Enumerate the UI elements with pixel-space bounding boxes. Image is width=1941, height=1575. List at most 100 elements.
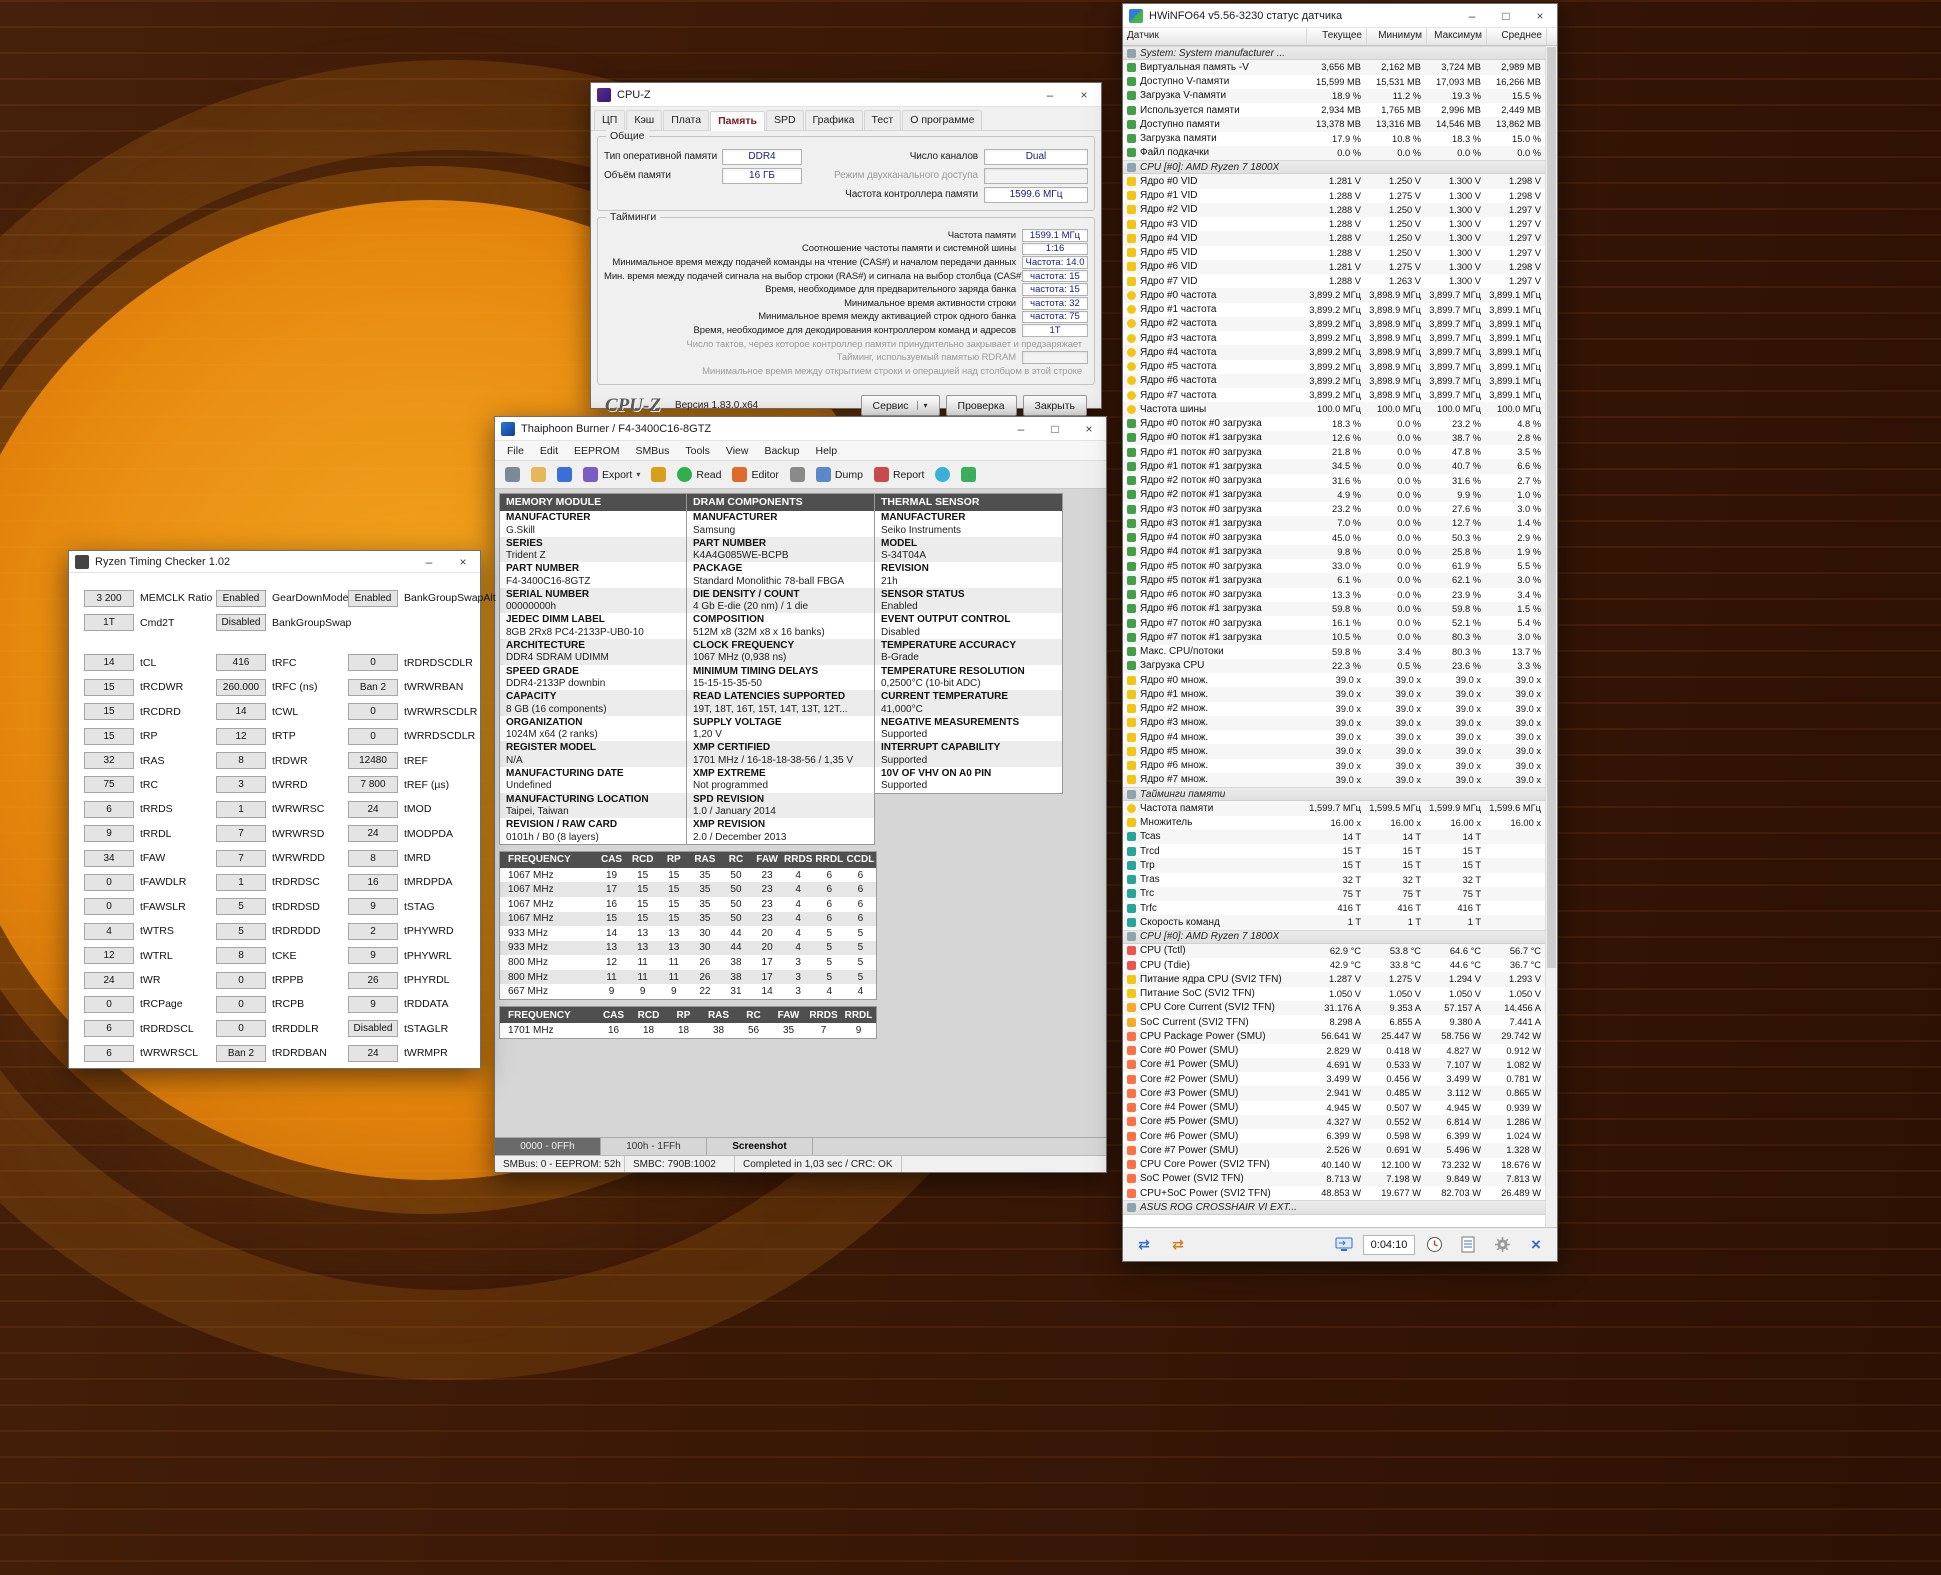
hwinfo-header-2[interactable]: Минимум: [1367, 28, 1427, 45]
hwinfo-titlebar[interactable]: HWiNFO64 v5.56-3230 статус датчика – □ ×: [1123, 4, 1557, 28]
cpuz-tab-1[interactable]: Кэш: [626, 110, 662, 130]
sensor-row[interactable]: Ядро #2 поток #1 загрузка4.9 %0.0 %9.9 %…: [1123, 488, 1545, 502]
menu-item-help[interactable]: Help: [808, 443, 846, 459]
toolbar-lock-button[interactable]: [647, 465, 670, 484]
sensor-row[interactable]: Частота шины100.0 МГц100.0 МГц100.0 МГц1…: [1123, 402, 1545, 416]
toolbar-wrench-button[interactable]: [786, 465, 809, 484]
sensor-row[interactable]: Ядро #4 VID1.288 V1.250 V1.300 V1.297 V: [1123, 231, 1545, 245]
menu-item-smbus[interactable]: SMBus: [628, 443, 678, 459]
sensor-group-row[interactable]: ASUS ROG CROSSHAIR VI EXT...: [1123, 1200, 1545, 1214]
hwinfo-header-1[interactable]: Текущее: [1307, 28, 1367, 45]
sensor-row[interactable]: Питание ядра CPU (SVI2 TFN)1.287 V1.275 …: [1123, 972, 1545, 986]
sensor-row[interactable]: Ядро #1 поток #0 загрузка21.8 %0.0 %47.8…: [1123, 445, 1545, 459]
logging-stop-button[interactable]: ⇄: [1163, 1232, 1193, 1258]
scrollbar-thumb[interactable]: [1547, 47, 1556, 968]
sensor-row[interactable]: Ядро #1 множ.39.0 x39.0 x39.0 x39.0 x: [1123, 687, 1545, 701]
cpuz-tab-6[interactable]: Тест: [864, 110, 902, 130]
cpuz-button-2[interactable]: Закрыть: [1023, 395, 1087, 416]
hwinfo-minimize-button[interactable]: –: [1455, 4, 1489, 27]
sensor-row[interactable]: Core #7 Power (SMU)2.526 W0.691 W5.496 W…: [1123, 1143, 1545, 1157]
sensor-row[interactable]: Ядро #0 поток #0 загрузка18.3 %0.0 %23.2…: [1123, 417, 1545, 431]
rtc-minimize-button[interactable]: –: [412, 550, 446, 573]
cpuz-titlebar[interactable]: CPU-Z – ×: [591, 83, 1101, 107]
sensor-row[interactable]: Ядро #2 частота3,899.2 МГц3,898.9 МГц3,8…: [1123, 317, 1545, 331]
sensor-row[interactable]: Ядро #2 VID1.288 V1.250 V1.300 V1.297 V: [1123, 203, 1545, 217]
thaiphoon-titlebar[interactable]: Thaiphoon Burner / F4-3400C16-8GTZ – □ ×: [495, 417, 1106, 441]
sensor-row[interactable]: Core #4 Power (SMU)4.945 W0.507 W4.945 W…: [1123, 1101, 1545, 1115]
hwinfo-header-0[interactable]: Датчик: [1123, 28, 1307, 45]
sensor-row[interactable]: Частота памяти1,599.7 МГц1,599.5 МГц1,59…: [1123, 801, 1545, 815]
cpuz-minimize-button[interactable]: –: [1033, 83, 1067, 106]
sensor-row[interactable]: Ядро #0 VID1.281 V1.250 V1.300 V1.298 V: [1123, 174, 1545, 188]
sensor-row[interactable]: Trp15 T15 T15 T: [1123, 858, 1545, 872]
sensor-group-row[interactable]: CPU [#0]: AMD Ryzen 7 1800X: [1123, 160, 1545, 174]
menu-item-view[interactable]: View: [718, 443, 757, 459]
sensor-row[interactable]: Ядро #3 VID1.288 V1.250 V1.300 V1.297 V: [1123, 217, 1545, 231]
rtc-close-button[interactable]: ×: [446, 550, 480, 573]
sensor-row[interactable]: Tcas14 T14 T14 T: [1123, 830, 1545, 844]
cpuz-tab-5[interactable]: Графика: [805, 110, 863, 130]
sensor-row[interactable]: Ядро #7 частота3,899.2 МГц3,898.9 МГц3,8…: [1123, 388, 1545, 402]
sensor-row[interactable]: Ядро #5 частота3,899.2 МГц3,898.9 МГц3,8…: [1123, 360, 1545, 374]
cpuz-tab-2[interactable]: Плата: [663, 110, 709, 130]
thaiphoon-close-button[interactable]: ×: [1072, 417, 1106, 440]
sensor-row[interactable]: Ядро #1 VID1.288 V1.275 V1.300 V1.298 V: [1123, 189, 1545, 203]
menu-item-edit[interactable]: Edit: [532, 443, 566, 459]
close-sensors-button[interactable]: ×: [1521, 1232, 1551, 1258]
sensor-row[interactable]: SoC Current (SVI2 TFN)8.298 A6.855 A9.38…: [1123, 1015, 1545, 1029]
sensor-row[interactable]: Ядро #1 частота3,899.2 МГц3,898.9 МГц3,8…: [1123, 303, 1545, 317]
sensor-row[interactable]: Ядро #4 частота3,899.2 МГц3,898.9 МГц3,8…: [1123, 345, 1545, 359]
sensor-row[interactable]: SoC Power (SVI2 TFN)8.713 W7.198 W9.849 …: [1123, 1172, 1545, 1186]
sensor-row[interactable]: Core #5 Power (SMU)4.327 W0.552 W6.814 W…: [1123, 1115, 1545, 1129]
sensor-row[interactable]: Ядро #2 множ.39.0 x39.0 x39.0 x39.0 x: [1123, 702, 1545, 716]
sensor-row[interactable]: Файл подкачки0.0 %0.0 %0.0 %0.0 %: [1123, 146, 1545, 160]
settings-button[interactable]: [1487, 1232, 1517, 1258]
hwinfo-maximize-button[interactable]: □: [1489, 4, 1523, 27]
sensor-row[interactable]: Ядро #3 множ.39.0 x39.0 x39.0 x39.0 x: [1123, 716, 1545, 730]
sensor-row[interactable]: Core #3 Power (SMU)2.941 W0.485 W3.112 W…: [1123, 1086, 1545, 1100]
sensor-row[interactable]: Доступно V-памяти15,599 MB15,531 MB17,09…: [1123, 75, 1545, 89]
cpuz-button-0[interactable]: Сервис▾: [861, 395, 940, 416]
sensor-row[interactable]: Скорость команд1 T1 T1 T: [1123, 915, 1545, 929]
sensor-row[interactable]: Ядро #0 множ.39.0 x39.0 x39.0 x39.0 x: [1123, 673, 1545, 687]
sensor-row[interactable]: Ядро #0 поток #1 загрузка12.6 %0.0 %38.7…: [1123, 431, 1545, 445]
sensor-row[interactable]: Ядро #6 VID1.281 V1.275 V1.300 V1.298 V: [1123, 260, 1545, 274]
bottom-tab-2[interactable]: Screenshot: [707, 1138, 813, 1155]
sensor-row[interactable]: Ядро #3 поток #0 загрузка23.2 %0.0 %27.6…: [1123, 502, 1545, 516]
sensor-row[interactable]: Загрузка V-памяти18.9 %11.2 %19.3 %15.5 …: [1123, 89, 1545, 103]
sensor-row[interactable]: CPU Core Power (SVI2 TFN)40.140 W12.100 …: [1123, 1158, 1545, 1172]
sensor-row[interactable]: Ядро #4 поток #1 загрузка9.8 %0.0 %25.8 …: [1123, 545, 1545, 559]
sensor-row[interactable]: Питание SoC (SVI2 TFN)1.050 V1.050 V1.05…: [1123, 987, 1545, 1001]
bottom-tab-1[interactable]: 100h - 1FFh: [601, 1138, 707, 1155]
toolbar-camera-button[interactable]: [931, 465, 954, 484]
thaiphoon-maximize-button[interactable]: □: [1038, 417, 1072, 440]
sensor-row[interactable]: Ядро #3 поток #1 загрузка7.0 %0.0 %12.7 …: [1123, 516, 1545, 530]
sensor-row[interactable]: Загрузка памяти17.9 %10.8 %18.3 %15.0 %: [1123, 132, 1545, 146]
sensor-row[interactable]: Ядро #0 частота3,899.2 МГц3,898.9 МГц3,8…: [1123, 288, 1545, 302]
reset-values-button[interactable]: [1329, 1232, 1359, 1258]
sensor-row[interactable]: Ядро #7 поток #1 загрузка10.5 %0.0 %80.3…: [1123, 630, 1545, 644]
cpuz-close-button[interactable]: ×: [1067, 83, 1101, 106]
sensor-row[interactable]: Trcd15 T15 T15 T: [1123, 844, 1545, 858]
thaiphoon-minimize-button[interactable]: –: [1004, 417, 1038, 440]
sensor-row[interactable]: CPU Package Power (SMU)56.641 W25.447 W5…: [1123, 1029, 1545, 1043]
sensor-row[interactable]: Загрузка CPU22.3 %0.5 %23.6 %3.3 %: [1123, 659, 1545, 673]
sensor-row[interactable]: CPU+SoC Power (SVI2 TFN)48.853 W19.677 W…: [1123, 1186, 1545, 1200]
sensor-row[interactable]: Доступно памяти13,378 MB13,316 MB14,546 …: [1123, 117, 1545, 131]
hwinfo-close-button[interactable]: ×: [1523, 4, 1557, 27]
sensor-row[interactable]: Ядро #5 VID1.288 V1.250 V1.300 V1.297 V: [1123, 246, 1545, 260]
sensor-row[interactable]: Виртуальная память -V3,656 MB2,162 MB3,7…: [1123, 60, 1545, 74]
sensor-row[interactable]: CPU (Tctl)62.9 °C53.8 °C64.6 °C56.7 °C: [1123, 944, 1545, 958]
toolbar-read-button[interactable]: Read: [673, 465, 725, 484]
sensor-row[interactable]: Ядро #7 VID1.288 V1.263 V1.300 V1.297 V: [1123, 274, 1545, 288]
sensor-group-row[interactable]: CPU [#0]: AMD Ryzen 7 1800X: [1123, 930, 1545, 944]
toolbar-refresh-button[interactable]: [957, 465, 980, 484]
hwinfo-scrollbar[interactable]: [1545, 46, 1557, 1227]
sensor-row[interactable]: Tras32 T32 T32 T: [1123, 873, 1545, 887]
hwinfo-header-3[interactable]: Максимум: [1427, 28, 1487, 45]
sensor-row[interactable]: Ядро #7 поток #0 загрузка16.1 %0.0 %52.1…: [1123, 616, 1545, 630]
sensor-row[interactable]: Core #6 Power (SMU)6.399 W0.598 W6.399 W…: [1123, 1129, 1545, 1143]
clock-button[interactable]: [1419, 1232, 1449, 1258]
sensor-row[interactable]: Ядро #6 множ.39.0 x39.0 x39.0 x39.0 x: [1123, 759, 1545, 773]
toolbar-dump-button[interactable]: Dump: [812, 465, 867, 484]
